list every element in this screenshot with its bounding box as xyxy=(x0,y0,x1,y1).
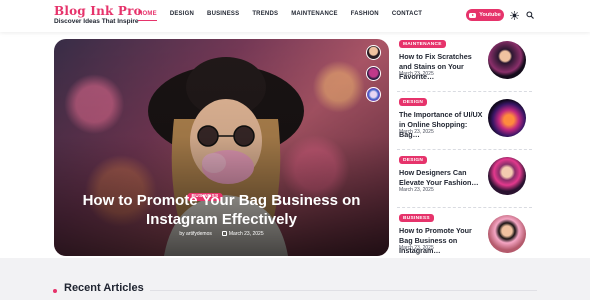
slide-thumbnail[interactable] xyxy=(366,45,381,60)
hero-slide-thumbnails xyxy=(366,45,381,102)
main-nav: HOME DESIGN BUSINESS TRENDS MAINTENANCE … xyxy=(138,11,422,21)
post-date: March 23, 2025 xyxy=(399,129,434,135)
post-category-badge[interactable]: MAINTENANCE xyxy=(399,40,446,48)
post-date: March 23, 2025 xyxy=(399,245,434,251)
site-header: Blog Ink Pro Discover Ideas That Inspire… xyxy=(0,0,590,32)
slide-thumbnail[interactable] xyxy=(366,66,381,81)
post-date: March 23, 2025 xyxy=(399,187,434,193)
post-category-badge[interactable]: DESIGN xyxy=(399,98,428,106)
page: Blog Ink Pro Discover Ideas That Inspire… xyxy=(0,0,590,300)
post-title[interactable]: How Designers Can Elevate Your Fashion… xyxy=(399,168,483,188)
post-thumbnail[interactable] xyxy=(488,99,526,137)
site-logo[interactable]: Blog Ink Pro xyxy=(54,4,142,18)
nav-item-contact[interactable]: CONTACT xyxy=(392,11,422,21)
youtube-button[interactable]: Youtube xyxy=(466,9,504,21)
search-button[interactable] xyxy=(525,10,535,20)
side-post[interactable]: DESIGN The Importance of UI/UX in Online… xyxy=(397,97,532,149)
post-category-badge[interactable]: BUSINESS xyxy=(399,214,434,222)
theme-toggle-button[interactable] xyxy=(509,10,519,20)
section-marker xyxy=(53,289,57,293)
sun-icon xyxy=(509,10,519,20)
post-title[interactable]: How to Fix Scratches and Stains on Your … xyxy=(399,52,483,82)
hero-author[interactable]: by artifydemos xyxy=(179,231,212,237)
post-date: March 23, 2025 xyxy=(399,71,434,77)
side-post[interactable]: MAINTENANCE How to Fix Scratches and Sta… xyxy=(397,39,532,91)
hero-date: March 23, 2025 xyxy=(228,231,264,237)
site-tagline: Discover Ideas That Inspire xyxy=(54,18,139,25)
slide-thumbnail[interactable] xyxy=(366,87,381,102)
hero-date-wrap: March 23, 2025 xyxy=(221,231,264,237)
post-category-badge[interactable]: DESIGN xyxy=(399,156,428,164)
nav-item-maintenance[interactable]: MAINTENANCE xyxy=(291,11,338,21)
hero-meta: by artifydemos March 23, 2025 xyxy=(54,231,389,237)
recent-articles-heading: Recent Articles xyxy=(64,282,144,294)
divider xyxy=(397,149,532,150)
calendar-icon xyxy=(221,231,227,236)
search-icon xyxy=(526,11,534,19)
nav-item-home[interactable]: HOME xyxy=(138,11,157,21)
youtube-label: Youtube xyxy=(479,12,501,18)
divider xyxy=(397,91,532,92)
hero-title[interactable]: How to Promote Your Bag Business on Inst… xyxy=(54,191,389,229)
nav-item-design[interactable]: DESIGN xyxy=(170,11,194,21)
nav-item-trends[interactable]: TRENDS xyxy=(252,11,278,21)
nav-item-fashion[interactable]: FASHION xyxy=(351,11,379,21)
divider xyxy=(397,207,532,208)
post-thumbnail[interactable] xyxy=(488,215,526,253)
post-title[interactable]: The Importance of UI/UX in Online Shoppi… xyxy=(399,110,483,140)
nav-item-business[interactable]: BUSINESS xyxy=(207,11,239,21)
post-thumbnail[interactable] xyxy=(488,157,526,195)
heading-divider xyxy=(150,290,537,291)
youtube-icon xyxy=(469,12,477,18)
side-post[interactable]: DESIGN How Designers Can Elevate Your Fa… xyxy=(397,155,532,207)
post-thumbnail[interactable] xyxy=(488,41,526,79)
post-title[interactable]: How to Promote Your Bag Business on Inst… xyxy=(399,226,483,256)
